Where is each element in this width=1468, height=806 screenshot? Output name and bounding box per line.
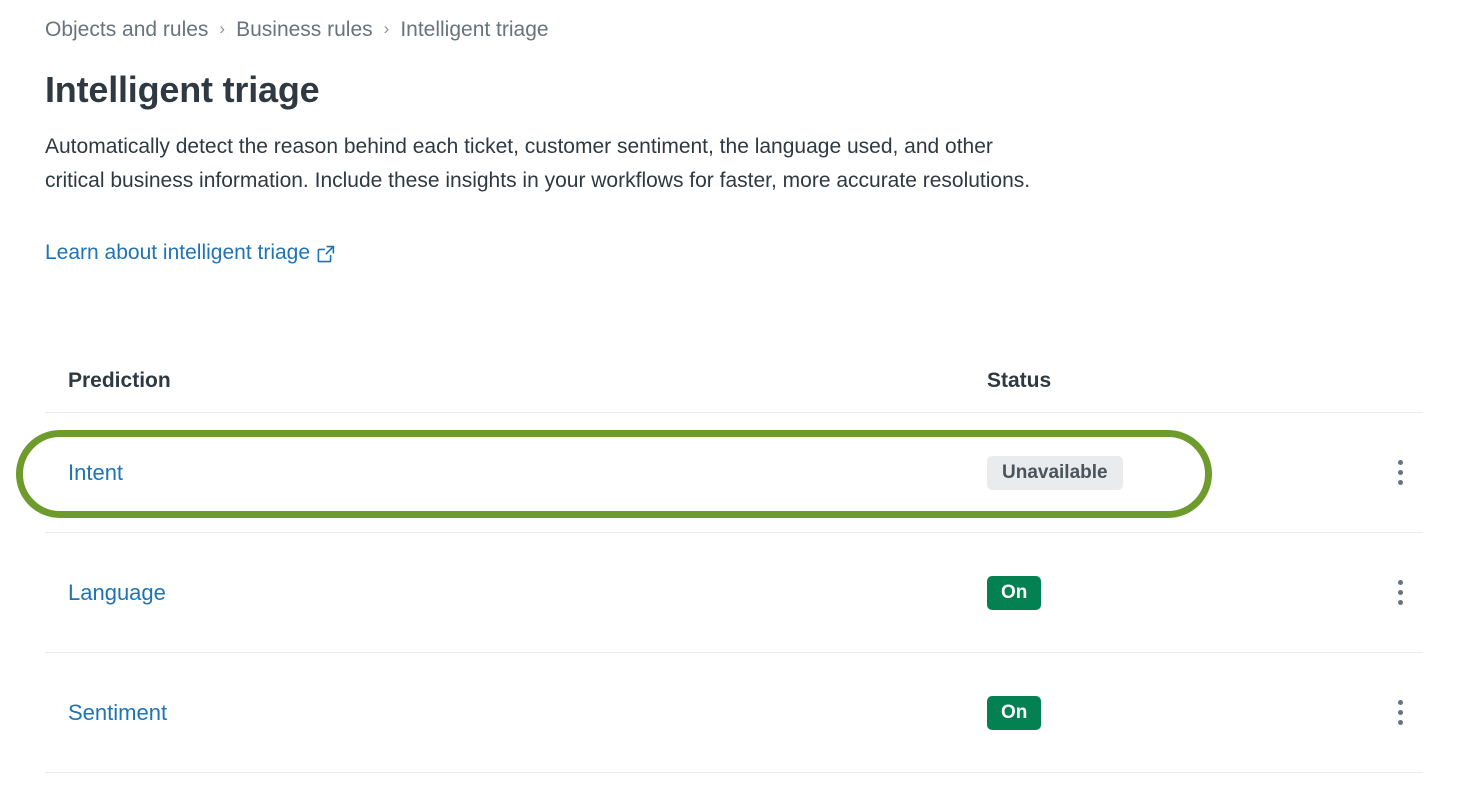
kebab-dot: [1397, 580, 1403, 585]
kebab-menu-icon[interactable]: [1387, 700, 1413, 726]
status-badge: Unavailable: [987, 455, 1123, 490]
breadcrumb: Objects and rules › Business rules › Int…: [45, 16, 549, 44]
kebab-menu-icon[interactable]: [1387, 580, 1413, 606]
status-badge: On: [987, 695, 1042, 730]
page-description: Automatically detect the reason behind e…: [45, 135, 1031, 192]
breadcrumb-item-intelligent-triage: Intelligent triage: [400, 18, 549, 41]
page-title: Intelligent triage: [45, 69, 320, 110]
chevron-right-icon: ›: [219, 19, 226, 38]
cell-actions: [1377, 580, 1423, 606]
breadcrumb-item-business-rules[interactable]: Business rules: [236, 16, 373, 44]
cell-actions: [1377, 700, 1423, 726]
cell-status: On: [987, 695, 1377, 730]
column-header-status: Status: [987, 369, 1052, 392]
predictions-table: Prediction Status Intent Unavailable Lan…: [45, 350, 1423, 773]
kebab-dot: [1397, 720, 1403, 725]
kebab-menu-icon[interactable]: [1387, 460, 1413, 486]
cell-prediction: Language: [45, 578, 987, 608]
kebab-dot: [1397, 710, 1403, 715]
learn-more-link-container[interactable]: Learn about intelligent triage: [45, 238, 335, 268]
kebab-dot: [1397, 590, 1403, 595]
status-badge: On: [987, 575, 1042, 610]
cell-prediction: Sentiment: [45, 698, 987, 728]
learn-about-intelligent-triage-link[interactable]: Learn about intelligent triage: [45, 238, 310, 268]
cell-actions: [1377, 460, 1423, 486]
prediction-link-language[interactable]: Language: [68, 580, 166, 605]
table-header-row: Prediction Status: [45, 350, 1423, 413]
kebab-dot: [1397, 470, 1403, 475]
table-row: Sentiment On: [45, 653, 1423, 773]
cell-status: On: [987, 575, 1377, 610]
chevron-right-icon: ›: [383, 19, 390, 38]
column-header-prediction: Prediction: [68, 369, 171, 392]
cell-prediction: Intent: [45, 458, 987, 488]
table-row: Intent Unavailable: [45, 413, 1423, 533]
kebab-dot: [1397, 700, 1403, 705]
table-row: Language On: [45, 533, 1423, 653]
prediction-link-sentiment[interactable]: Sentiment: [68, 700, 167, 725]
kebab-dot: [1397, 480, 1403, 485]
kebab-dot: [1397, 600, 1403, 605]
cell-status: Unavailable: [987, 455, 1377, 490]
kebab-dot: [1397, 460, 1403, 465]
external-link-icon: [317, 245, 335, 263]
breadcrumb-item-objects-and-rules[interactable]: Objects and rules: [45, 16, 208, 44]
prediction-link-intent[interactable]: Intent: [68, 460, 123, 485]
